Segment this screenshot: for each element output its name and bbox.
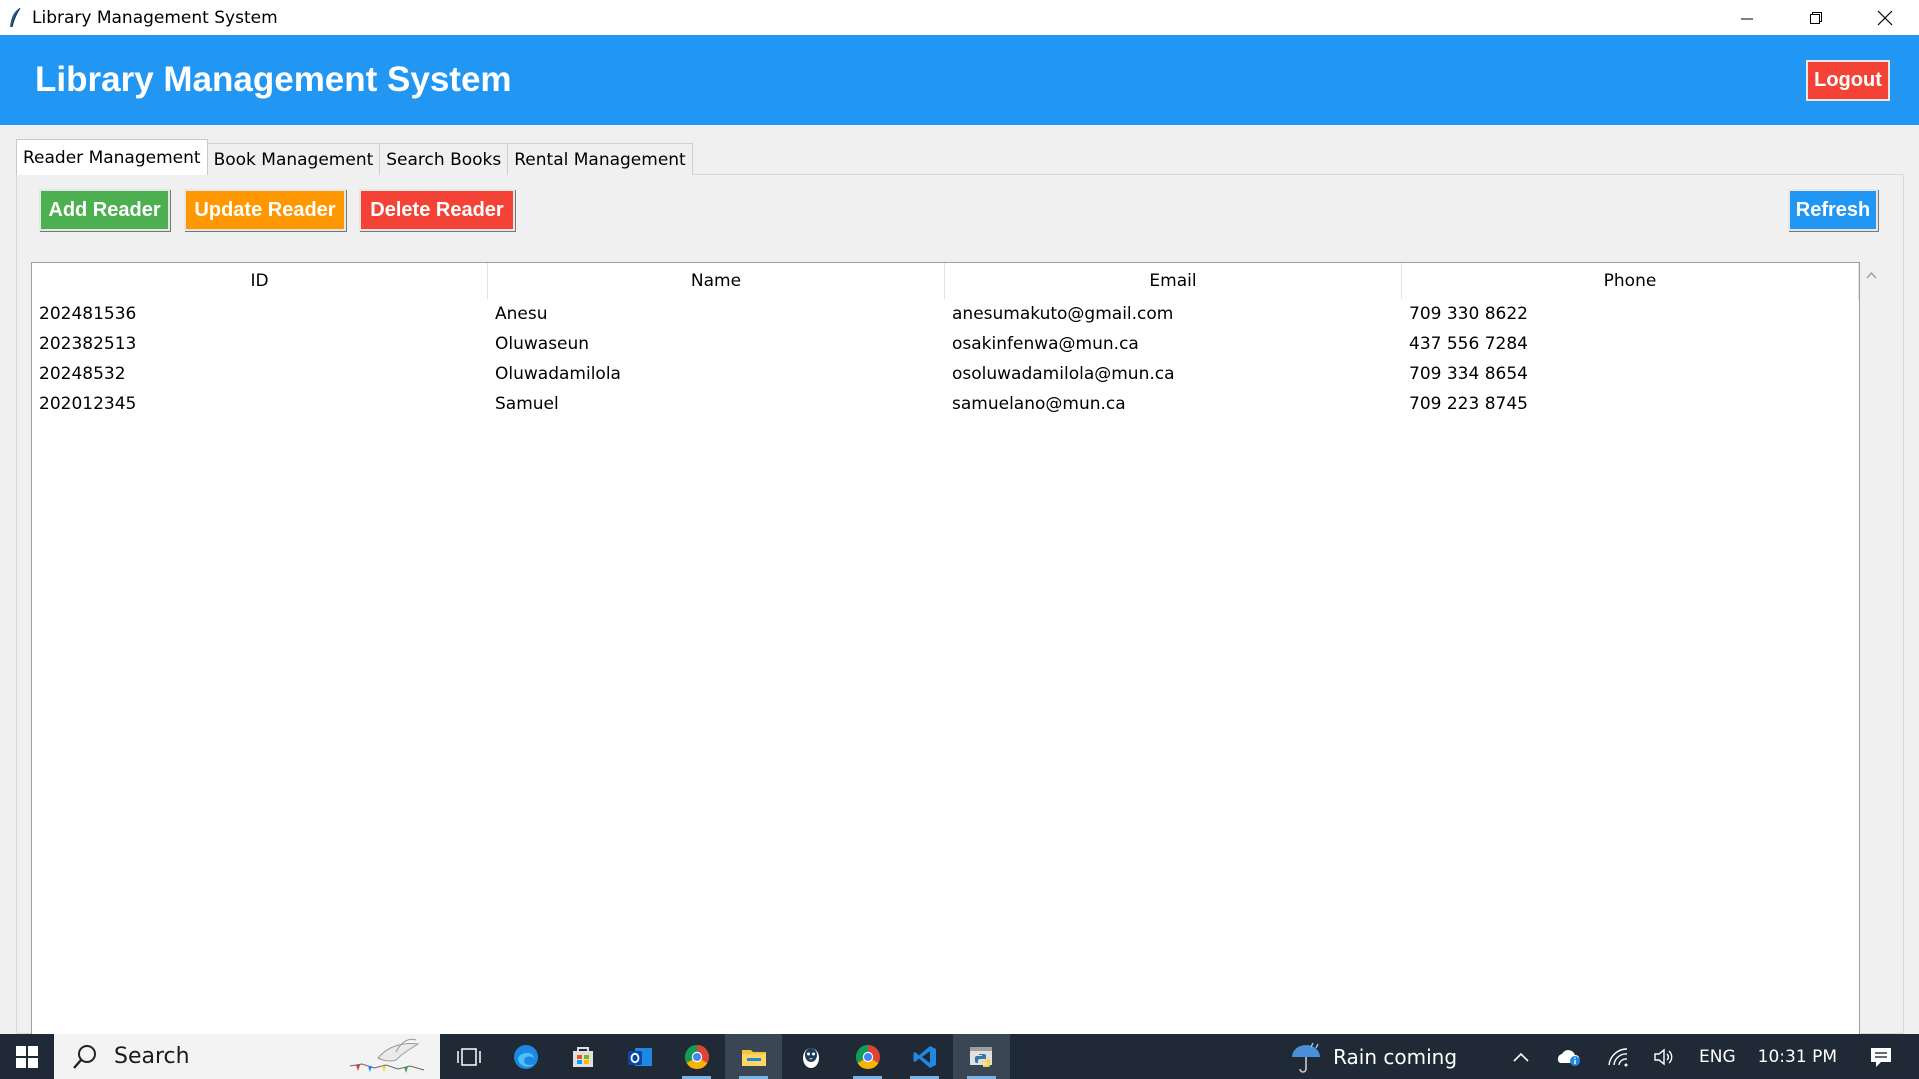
chrome-profile-icon	[855, 1044, 880, 1069]
window-titlebar: Library Management System	[0, 0, 1919, 35]
feather-icon	[8, 7, 26, 29]
store-icon	[572, 1046, 593, 1067]
table-row[interactable]: 202012345 Samuel samuelano@mun.ca 709 22…	[32, 389, 1859, 419]
restore-icon	[1809, 11, 1822, 24]
task-view-button[interactable]	[440, 1034, 497, 1079]
edge-icon	[513, 1044, 538, 1069]
app-title: Library Management System	[35, 60, 512, 99]
vscode-button[interactable]	[896, 1034, 953, 1079]
file-explorer-button[interactable]	[725, 1034, 782, 1079]
tab-reader-management[interactable]: Reader Management	[16, 139, 208, 175]
refresh-button[interactable]: Refresh	[1788, 189, 1878, 231]
cell-phone: 437 556 7284	[1409, 334, 1528, 354]
table-header: ID Name Email Phone	[32, 263, 1859, 299]
cell-email: osakinfenwa@mun.ca	[952, 334, 1139, 354]
chrome-button[interactable]	[668, 1034, 725, 1079]
python-window-icon	[969, 1046, 992, 1067]
search-placeholder: Search	[114, 1044, 190, 1069]
folder-icon	[741, 1049, 766, 1066]
outlook-button[interactable]	[611, 1034, 668, 1079]
column-header-id[interactable]: ID	[32, 263, 488, 299]
cell-name: Oluwadamilola	[495, 364, 621, 384]
cell-name: Samuel	[495, 394, 559, 414]
minimize-icon	[1740, 18, 1753, 19]
chevron-up-icon	[1513, 1052, 1529, 1062]
weather-text: Rain coming	[1333, 1044, 1458, 1069]
column-header-phone[interactable]: Phone	[1402, 263, 1859, 299]
cell-id: 20248532	[39, 364, 126, 384]
cell-email: anesumakuto@gmail.com	[952, 304, 1174, 324]
cell-id: 202481536	[39, 304, 137, 324]
delete-reader-button[interactable]: Delete Reader	[359, 189, 515, 231]
chrome-profile-button[interactable]	[839, 1034, 896, 1079]
penguin-icon	[802, 1047, 819, 1068]
taskbar-clock[interactable]: 10:31 PM	[1758, 1047, 1837, 1067]
weather-widget[interactable]: Rain coming	[1289, 1041, 1487, 1073]
show-hidden-icons-button[interactable]	[1511, 1050, 1531, 1064]
close-button[interactable]	[1850, 0, 1919, 35]
logout-button[interactable]: Logout	[1806, 60, 1890, 101]
chrome-icon	[684, 1044, 709, 1069]
tab-bar: Reader Management Book Management Search…	[16, 139, 693, 175]
outlook-icon	[627, 1047, 652, 1066]
cell-id: 202012345	[39, 394, 137, 414]
scroll-up-icon[interactable]	[1863, 266, 1880, 286]
cell-phone: 709 223 8745	[1409, 394, 1528, 414]
cell-id: 202382513	[39, 334, 137, 354]
wifi-icon	[1608, 1047, 1628, 1066]
cell-email: samuelano@mun.ca	[952, 394, 1126, 414]
vscode-icon	[913, 1045, 936, 1068]
system-tray: Rain coming ENG 10:31 PM	[1277, 1034, 1919, 1079]
window-controls	[1712, 0, 1919, 35]
input-language[interactable]: ENG	[1699, 1047, 1736, 1067]
notifications-button[interactable]	[1869, 1046, 1893, 1068]
volume-button[interactable]	[1653, 1047, 1675, 1067]
start-button[interactable]	[0, 1034, 54, 1079]
task-view-icon	[456, 1047, 481, 1066]
app-header: Library Management System Logout	[0, 35, 1919, 125]
onedrive-button[interactable]	[1555, 1046, 1583, 1068]
add-reader-button[interactable]: Add Reader	[39, 189, 170, 231]
cell-name: Anesu	[495, 304, 548, 324]
cell-email: osoluwadamilola@mun.ca	[952, 364, 1175, 384]
table-row[interactable]: 20248532 Oluwadamilola osoluwadamilola@m…	[32, 359, 1859, 389]
app-penguin-button[interactable]	[782, 1034, 839, 1079]
cell-phone: 709 330 8622	[1409, 304, 1528, 324]
taskbar-search[interactable]: Search	[54, 1034, 440, 1079]
cell-phone: 709 334 8654	[1409, 364, 1528, 384]
table-row[interactable]: 202382513 Oluwaseun osakinfenwa@mun.ca 4…	[32, 329, 1859, 359]
bird-illustration-icon	[349, 1038, 425, 1073]
column-header-email[interactable]: Email	[945, 263, 1402, 299]
tab-search-books[interactable]: Search Books	[379, 143, 509, 175]
notification-icon	[1871, 1047, 1891, 1067]
column-header-name[interactable]: Name	[488, 263, 945, 299]
store-button[interactable]	[554, 1034, 611, 1079]
update-reader-button[interactable]: Update Reader	[184, 189, 346, 231]
umbrella-rain-icon	[1292, 1042, 1321, 1073]
minimize-button[interactable]	[1712, 0, 1781, 35]
cell-name: Oluwaseun	[495, 334, 590, 354]
table-row[interactable]: 202481536 Anesu anesumakuto@gmail.com 70…	[32, 299, 1859, 329]
speaker-icon	[1654, 1048, 1673, 1065]
taskbar: Search Rain coming ENG 10:31 PM	[0, 1034, 1919, 1079]
close-icon	[1877, 10, 1892, 25]
tab-rental-management[interactable]: Rental Management	[507, 143, 693, 175]
windows-icon	[16, 1045, 38, 1068]
edge-button[interactable]	[497, 1034, 554, 1079]
tab-book-management[interactable]: Book Management	[206, 143, 381, 175]
window-title: Library Management System	[32, 7, 278, 28]
python-app-button[interactable]	[953, 1034, 1010, 1079]
network-button[interactable]	[1607, 1047, 1629, 1067]
table-scrollbar[interactable]	[1862, 262, 1879, 1052]
restore-button[interactable]	[1781, 0, 1850, 35]
search-icon	[72, 1044, 102, 1070]
readers-table[interactable]: ID Name Email Phone 202481536 Anesu anes…	[31, 262, 1860, 1052]
cloud-info-icon	[1557, 1049, 1581, 1066]
